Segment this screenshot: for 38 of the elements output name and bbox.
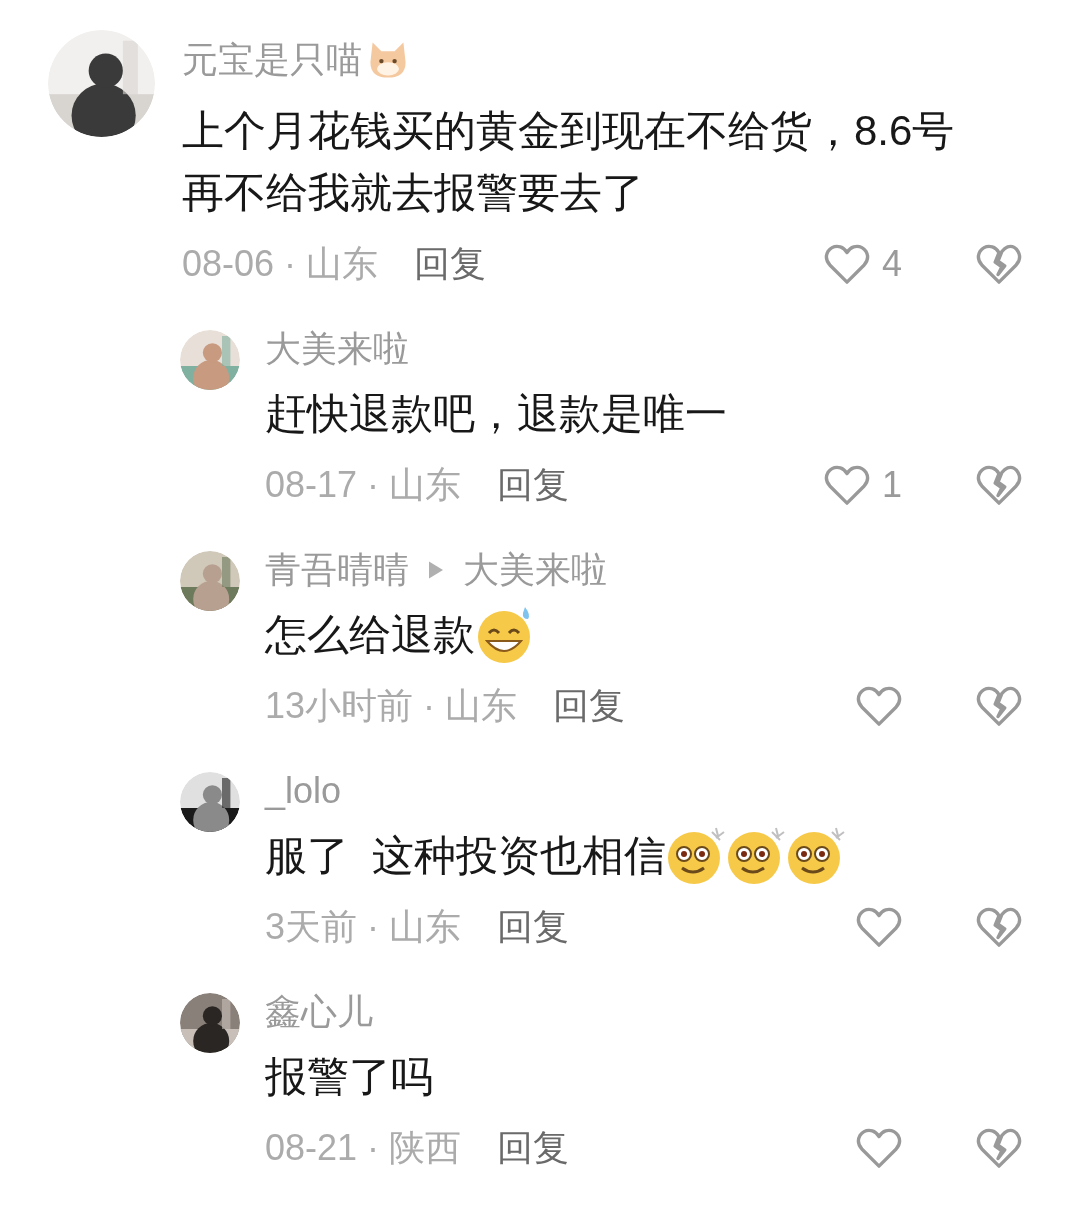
reply-link[interactable]: 回复 [497, 902, 569, 952]
like-count: 4 [881, 243, 902, 285]
broken-heart-icon[interactable] [976, 906, 1022, 948]
dizzy-emoji-icon [786, 826, 847, 886]
like-icon[interactable] [856, 685, 902, 727]
username[interactable]: 大美来啦 [265, 324, 409, 374]
broken-heart-icon[interactable] [976, 1127, 1022, 1169]
broken-heart-icon[interactable] [976, 685, 1022, 727]
reply-link[interactable]: 回复 [414, 239, 487, 289]
username[interactable]: 鑫心儿 [265, 987, 373, 1037]
comment-date-location: 08-17 · 山东 [265, 462, 462, 507]
username[interactable]: 青吾晴晴 [265, 545, 409, 595]
reply-link[interactable]: 回复 [553, 681, 626, 731]
username[interactable]: 元宝是只喵 [182, 35, 362, 85]
comment-date-location: 3天前 · 山东 [265, 904, 461, 949]
like-icon[interactable] [823, 243, 870, 285]
like-icon[interactable] [823, 464, 870, 506]
like-count: 1 [881, 464, 902, 506]
comment-text: 再不给我就去报警要去了 [182, 168, 644, 218]
reply-link[interactable]: 回复 [497, 1123, 570, 1173]
dizzy-emoji-icon [666, 826, 727, 886]
comment-date-location: 08-06 · 山东 [182, 241, 379, 286]
comment-date-location: 08-21 · 陕西 [265, 1125, 462, 1170]
broken-heart-icon[interactable] [976, 464, 1022, 506]
like-icon[interactable] [856, 1127, 902, 1169]
comment-text: 怎么给退款 [265, 610, 475, 660]
comment-text: 报警了吗 [265, 1052, 433, 1102]
reply-arrow-icon [429, 561, 443, 579]
comment-date-location: 13小时前 · 山东 [265, 683, 518, 728]
like-icon[interactable] [856, 906, 902, 948]
username[interactable]: 大美来啦 [463, 545, 607, 595]
dizzy-emoji-icon [726, 826, 787, 886]
broken-heart-icon[interactable] [976, 243, 1022, 285]
reply-link[interactable]: 回复 [497, 460, 570, 510]
comment-text: 服了 这种投资也相信 [265, 831, 667, 881]
username[interactable]: _lolo [265, 770, 342, 812]
comment-text: 上个月花钱买的黄金到现在不给货，8.6号 [182, 106, 955, 156]
comment-text: 赶快退款吧，退款是唯一 [265, 389, 727, 439]
